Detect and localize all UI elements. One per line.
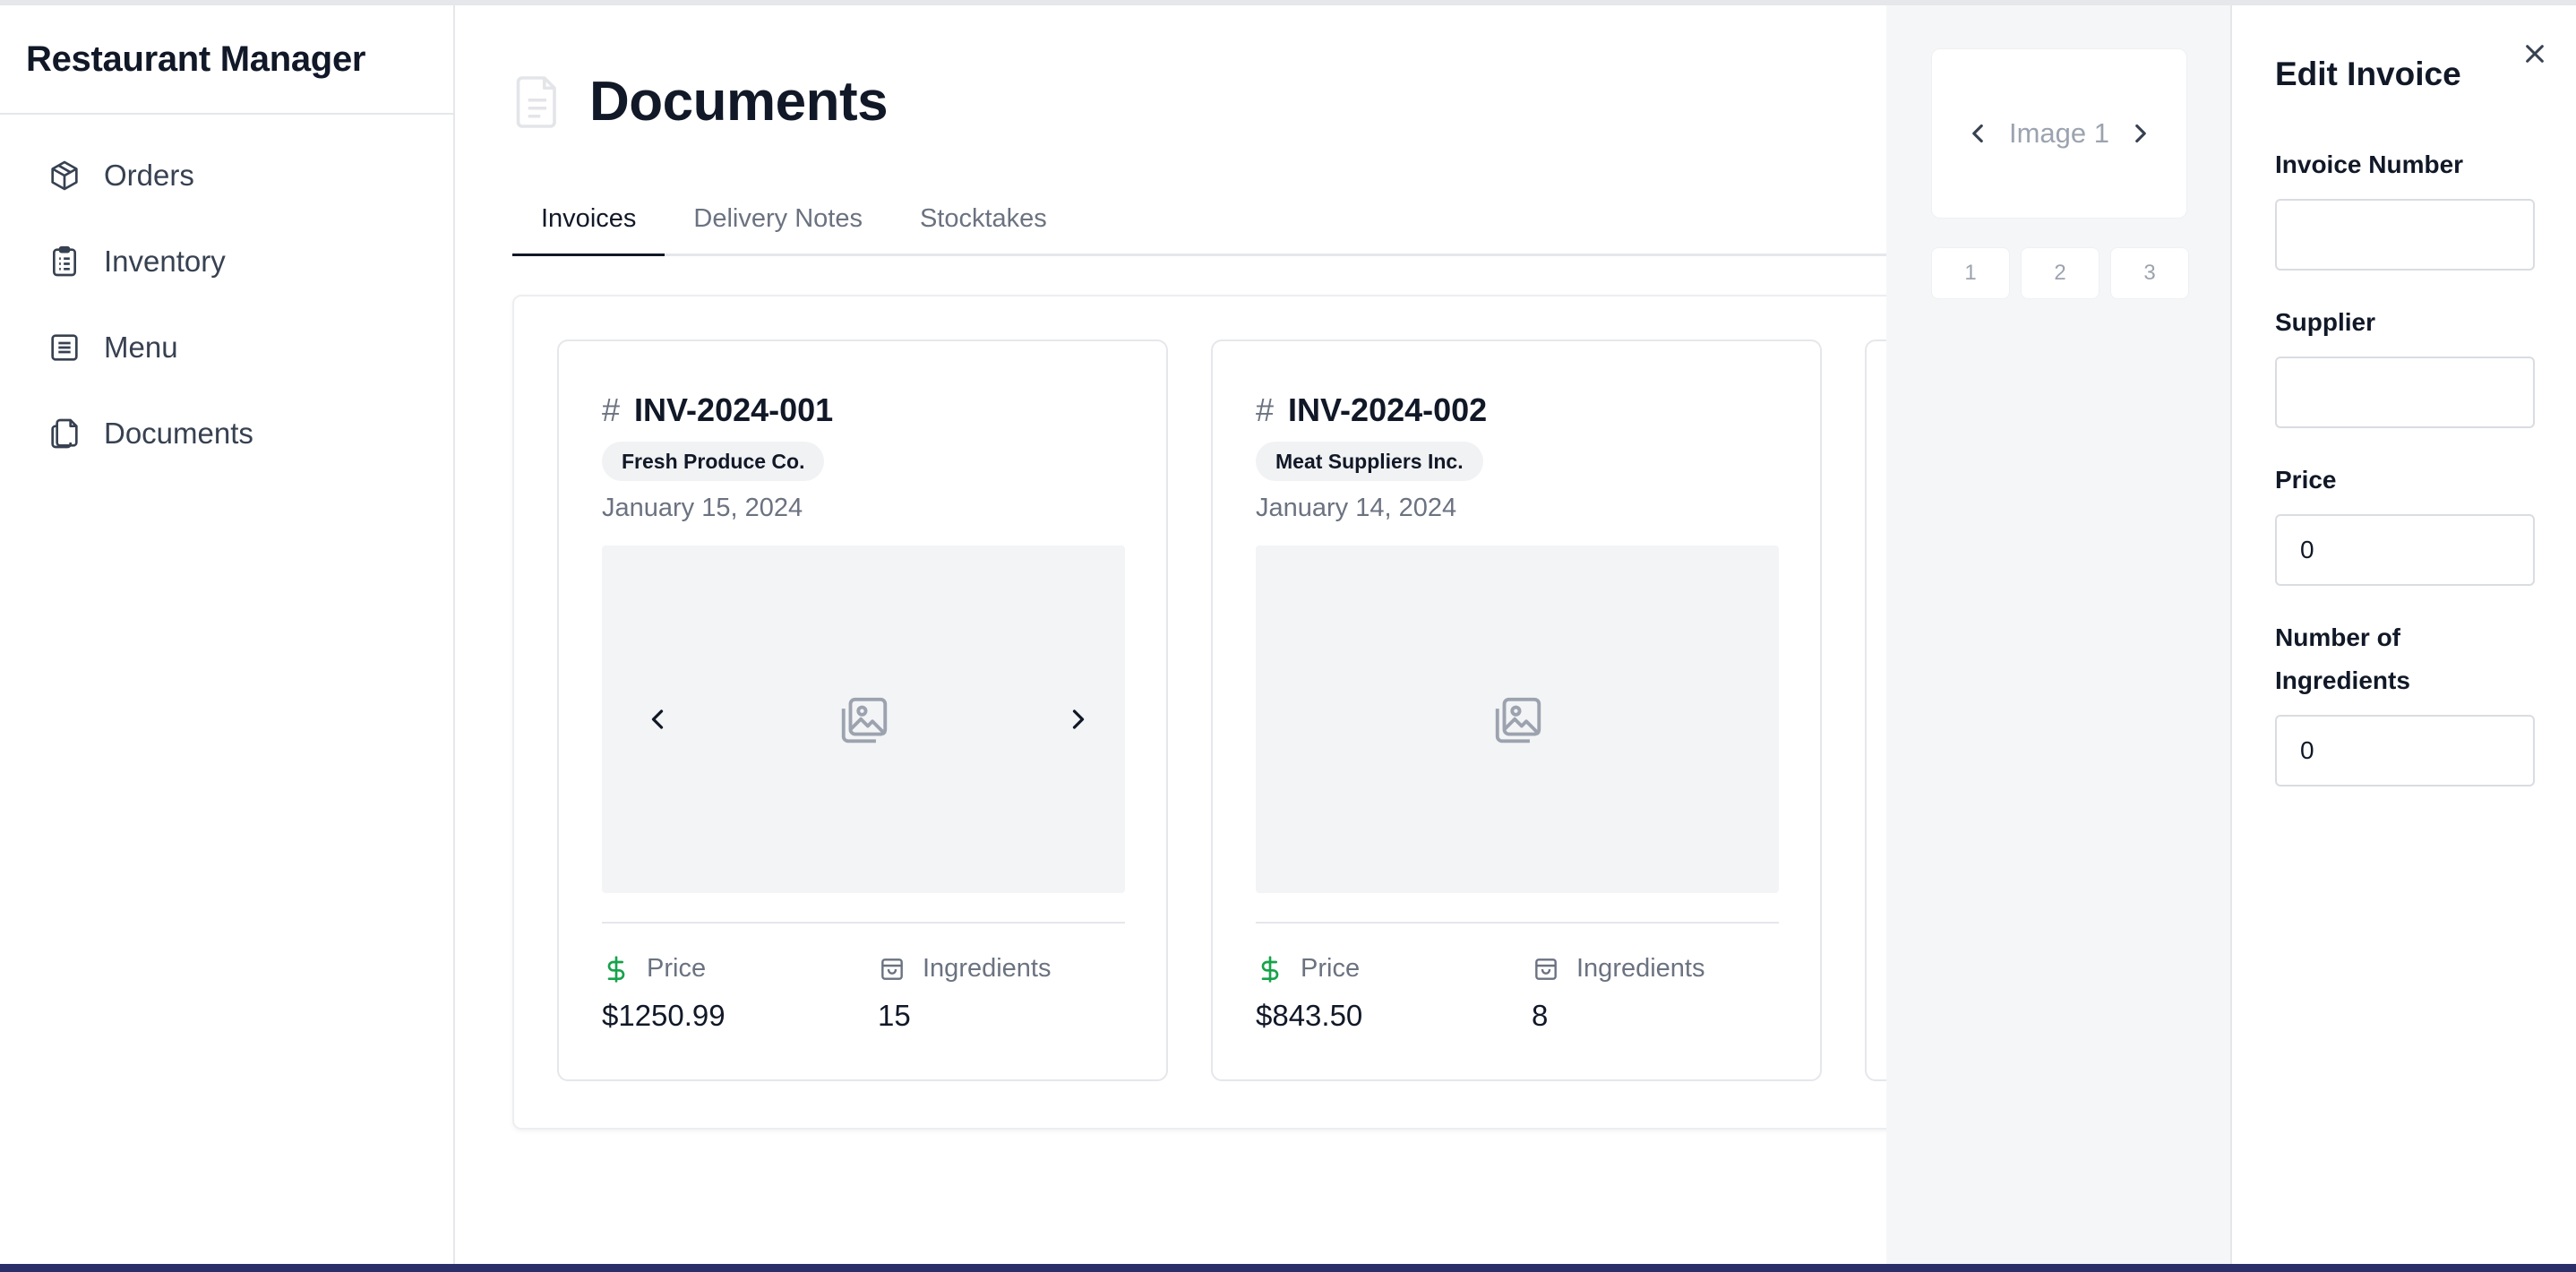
clipboard-list-icon [47,244,82,279]
sidebar-item-inventory[interactable]: Inventory [0,219,453,305]
sidebar-item-documents[interactable]: Documents [0,391,453,477]
page-title: Documents [589,71,889,133]
image-page-buttons: 1 2 3 [1931,247,2200,299]
image-page-button[interactable]: 1 [1931,247,2010,299]
sidebar-nav: Orders Inventory Menu Documents [0,115,453,477]
invoice-image-preview[interactable] [602,546,1125,893]
invoice-card[interactable]: # INV-2024-002 Meat Suppliers Inc. Janua… [1211,339,1822,1081]
sidebar: Restaurant Manager Orders Inventory Menu… [0,5,455,1264]
tab-delivery-notes[interactable]: Delivery Notes [665,204,891,254]
edit-invoice-drawer: Edit Invoice Invoice Number Supplier Pri… [2230,5,2576,1264]
ingredients-count-label: Number of Ingredients [2275,623,2410,694]
dollar-icon [607,955,625,983]
image-label: Image 1 [2008,117,2109,149]
price-field-label: Price [2275,466,2337,494]
invoice-date: January 15, 2024 [602,494,803,522]
image-page-button[interactable]: 3 [2110,247,2189,299]
sidebar-item-label: Orders [104,159,194,192]
invoice-number: INV-2024-002 [1288,391,1488,428]
supplier-label: Supplier [2275,308,2376,336]
image-pager: Image 1 [1931,48,2187,219]
dollar-icon [1261,955,1279,983]
bottom-edge-bar [0,1264,2576,1272]
page-header: Documents [514,70,889,133]
image-gallery-icon [1495,697,1541,743]
price-label: Price [602,954,706,984]
shopping-bag-icon [1535,958,1557,980]
image-page-button[interactable]: 2 [2021,247,2099,299]
sidebar-item-menu[interactable]: Menu [0,305,453,391]
tab-invoices[interactable]: Invoices [512,204,665,256]
sidebar-item-label: Menu [104,331,178,364]
image-gallery-icon [841,697,888,743]
invoice-number-row: # INV-2024-001 [602,391,833,429]
supplier-badge: Meat Suppliers Inc. [1256,442,1483,481]
ingredients-label: Ingredients [1532,954,1705,984]
shopping-bag-icon [881,958,903,980]
chevron-left-icon[interactable] [1962,118,1993,149]
sidebar-item-orders[interactable]: Orders [0,133,453,219]
invoice-date: January 14, 2024 [1256,494,1457,522]
supplier-input[interactable] [2275,357,2535,428]
ingredients-count: 8 [1532,999,1549,1032]
price-input[interactable] [2275,514,2535,586]
app-title: Restaurant Manager [0,5,453,115]
chevron-right-icon[interactable] [2125,118,2156,149]
drawer-title: Edit Invoice [2275,56,2461,92]
invoice-image-preview[interactable] [1256,546,1779,893]
sidebar-item-label: Documents [104,417,253,450]
invoice-card[interactable]: # INV-2024-001 Fresh Produce Co. January… [557,339,1168,1081]
sidebar-item-label: Inventory [104,245,226,278]
document-icon [516,75,556,128]
invoice-price: $1250.99 [602,999,726,1032]
invoice-number: INV-2024-001 [634,391,834,428]
invoice-price: $843.50 [1256,999,1363,1032]
ingredients-count: 15 [878,999,911,1032]
invoice-list-panel: # INV-2024-001 Fresh Produce Co. January… [512,295,2476,1130]
ingredients-count-input[interactable] [2275,715,2535,786]
price-label: Price [1256,954,1360,984]
documents-icon [47,416,82,451]
chevron-left-icon[interactable] [641,703,674,735]
main-content: Documents Invoices Delivery Notes Stockt… [457,5,2476,1264]
menu-list-icon [47,330,82,365]
package-icon [47,158,82,193]
card-divider [1256,922,1779,924]
hash-icon: # [602,391,621,428]
ingredients-label: Ingredients [878,954,1052,984]
card-divider [602,922,1125,924]
invoice-number-label: Invoice Number [2275,150,2464,178]
tab-stocktakes[interactable]: Stocktakes [891,204,1076,254]
invoice-number-row: # INV-2024-002 [1256,391,1487,429]
invoice-image-viewer: Image 1 1 2 3 [1886,5,2230,1264]
chevron-right-icon[interactable] [1062,703,1095,735]
close-icon[interactable] [2517,36,2553,72]
invoice-number-input[interactable] [2275,199,2535,271]
document-tabs: Invoices Delivery Notes Stocktakes [512,183,1892,256]
supplier-badge: Fresh Produce Co. [602,442,825,481]
hash-icon: # [1256,391,1275,428]
